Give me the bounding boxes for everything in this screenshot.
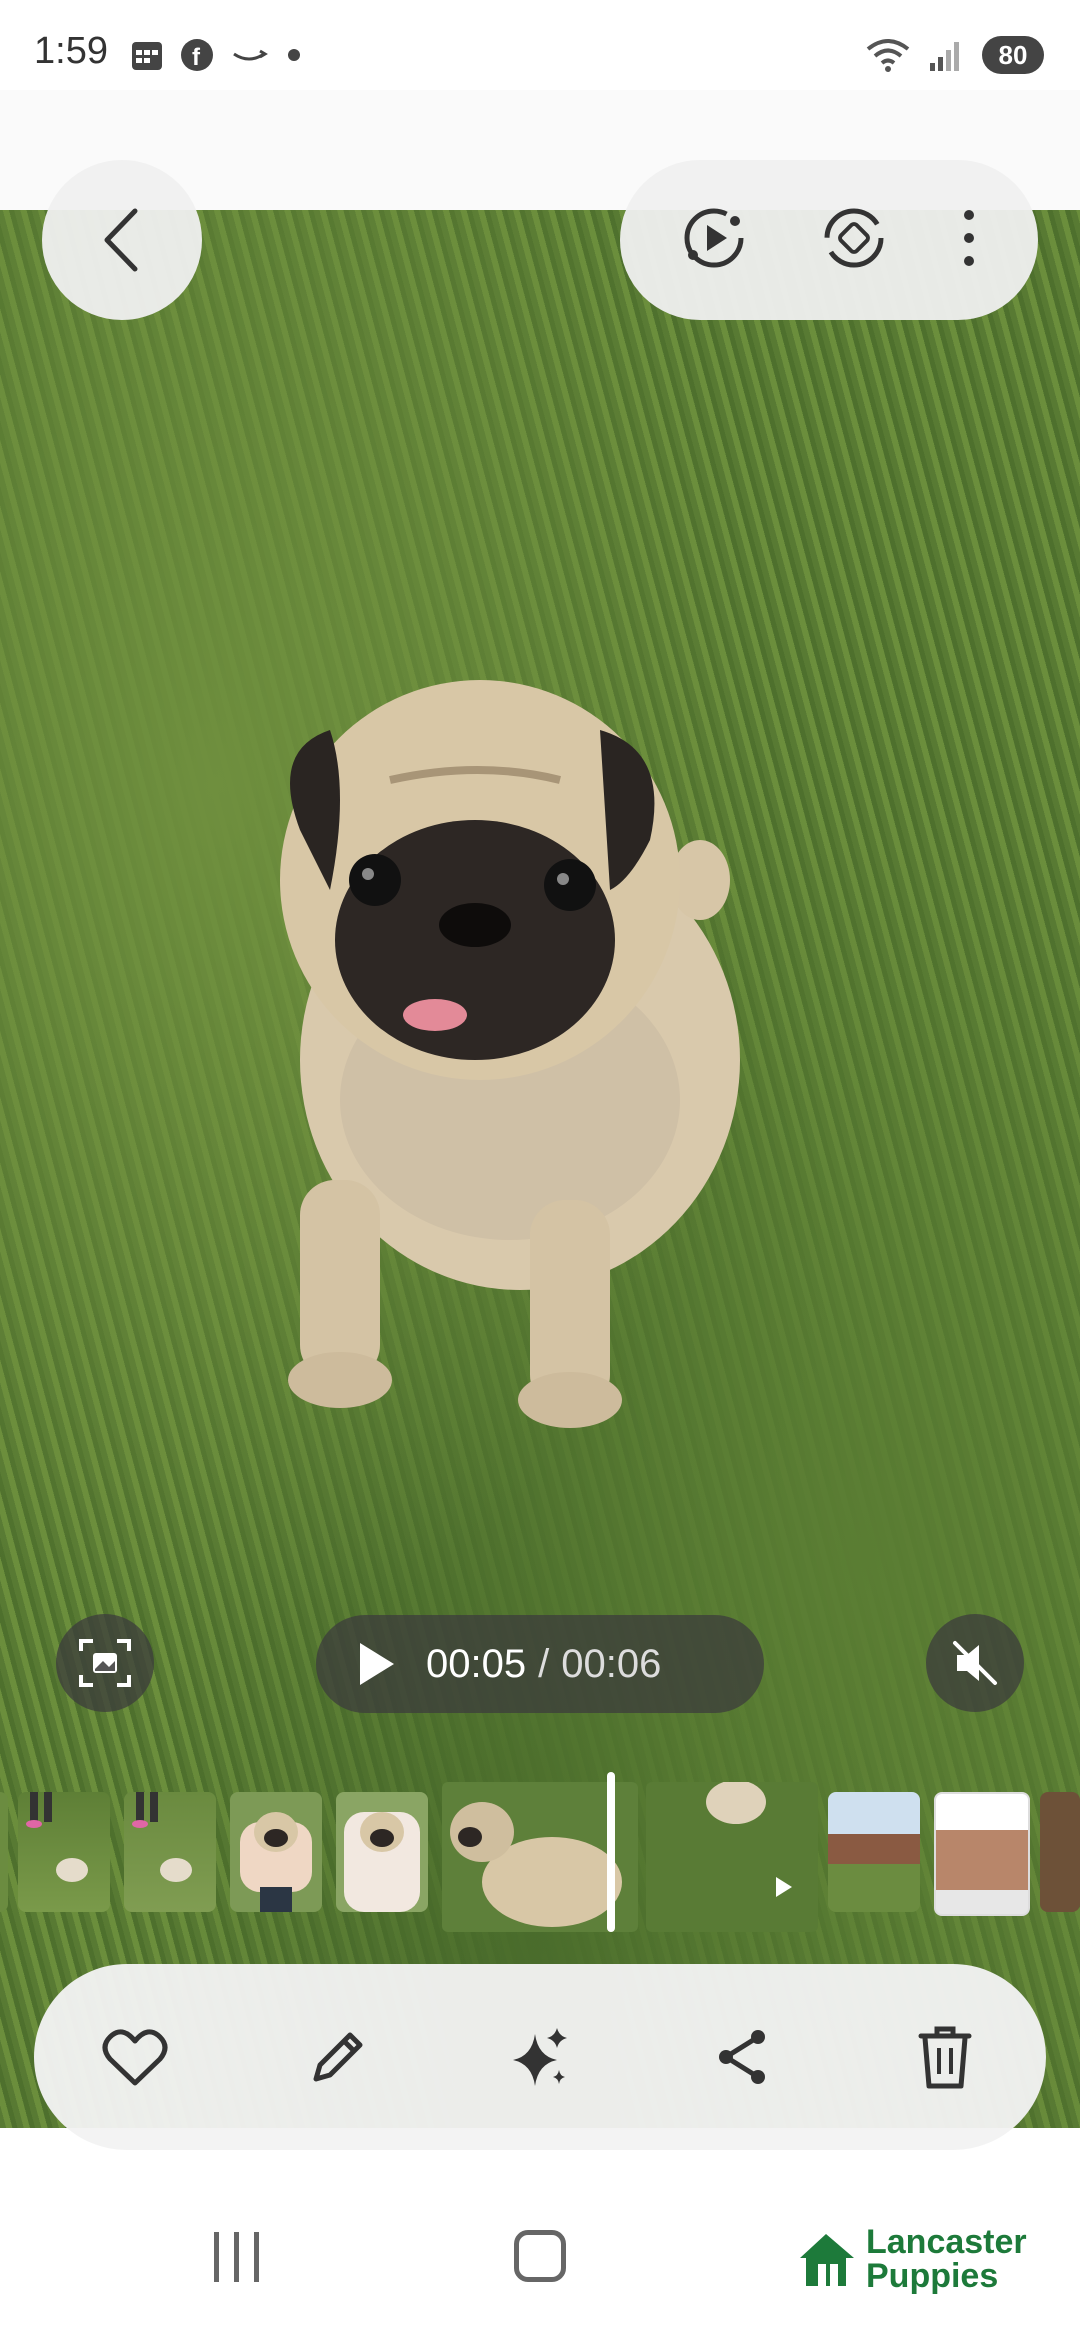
- thumbnail[interactable]: [230, 1792, 322, 1912]
- home-button[interactable]: [514, 2230, 566, 2282]
- top-actions-pill: [620, 160, 1038, 320]
- sparkle-icon: [512, 2028, 567, 2086]
- facebook-icon: f: [181, 39, 213, 71]
- thumbnail-strip[interactable]: [0, 1782, 1080, 1932]
- thumbnail[interactable]: [1040, 1792, 1080, 1912]
- thumbnail[interactable]: [336, 1792, 428, 1912]
- capture-frame-button[interactable]: [56, 1614, 154, 1712]
- pug-thumbnail-image: [240, 1812, 312, 1912]
- pug-thumbnail-image: [132, 1792, 192, 1882]
- heart-icon: [102, 2029, 168, 2086]
- back-button[interactable]: [42, 160, 202, 320]
- pug-thumbnail-image: [706, 1782, 792, 1897]
- playback-scrubber[interactable]: [607, 1772, 615, 1932]
- playback-control: 00:05 / 00:06: [316, 1615, 764, 1713]
- ai-enhance-button[interactable]: [495, 2012, 585, 2102]
- thumbnail[interactable]: [828, 1792, 920, 1912]
- pencil-icon: [313, 2032, 363, 2082]
- status-icons-right: 80: [866, 36, 1044, 74]
- logo-text: Lancaster Puppies: [866, 2225, 1027, 2293]
- delete-button[interactable]: [900, 2012, 990, 2102]
- play-icon[interactable]: [356, 1641, 396, 1687]
- current-time: 00:05: [426, 1641, 527, 1686]
- status-icons-left: f: [130, 38, 304, 72]
- logo-line1: Lancaster: [866, 2223, 1027, 2261]
- rotate-button[interactable]: [819, 203, 889, 278]
- share-button[interactable]: [697, 2012, 787, 2102]
- capture-frame-icon: [79, 1639, 131, 1687]
- thumbnail[interactable]: [124, 1792, 216, 1912]
- muted-speaker-icon: [953, 1641, 997, 1685]
- play-motion-button[interactable]: [679, 203, 749, 278]
- edit-button[interactable]: [293, 2012, 383, 2102]
- share-icon: [719, 2030, 766, 2084]
- amazon-icon: [233, 49, 268, 61]
- total-time: 00:06: [561, 1641, 662, 1686]
- dot-icon: [288, 49, 300, 61]
- bottom-toolbar: [34, 1964, 1046, 2150]
- pug-photo: [280, 680, 740, 1428]
- thumbnail[interactable]: [934, 1792, 1030, 1916]
- status-bar: 1:59 f 80: [0, 0, 1080, 90]
- more-options-button[interactable]: [959, 203, 979, 278]
- recent-apps-button[interactable]: [210, 2230, 264, 2284]
- wifi-icon: [866, 39, 910, 72]
- more-icon: [964, 209, 974, 266]
- back-icon: [104, 208, 138, 272]
- time-separator: /: [538, 1641, 550, 1686]
- calendar-icon: [132, 42, 162, 70]
- thumbnail[interactable]: [0, 1792, 8, 1912]
- logo-line2: Puppies: [866, 2257, 999, 2295]
- signal-icon: [930, 42, 959, 71]
- thumbnail[interactable]: [18, 1792, 110, 1912]
- battery-icon: 80: [982, 36, 1044, 74]
- rotate-icon: [824, 208, 884, 267]
- status-time: 1:59: [34, 30, 108, 72]
- trash-icon: [918, 2026, 972, 2089]
- mute-button[interactable]: [926, 1614, 1024, 1712]
- thumbnail[interactable]: [646, 1782, 818, 1932]
- pug-thumbnail-image: [344, 1812, 420, 1912]
- svg-text:f: f: [192, 44, 201, 71]
- favorite-button[interactable]: [90, 2012, 180, 2102]
- pug-thumbnail-image: [26, 1792, 88, 1882]
- lancaster-puppies-logo: Lancaster Puppies: [796, 2225, 1027, 2293]
- house-logo-icon: [800, 2234, 854, 2286]
- play-motion-icon: [684, 208, 744, 267]
